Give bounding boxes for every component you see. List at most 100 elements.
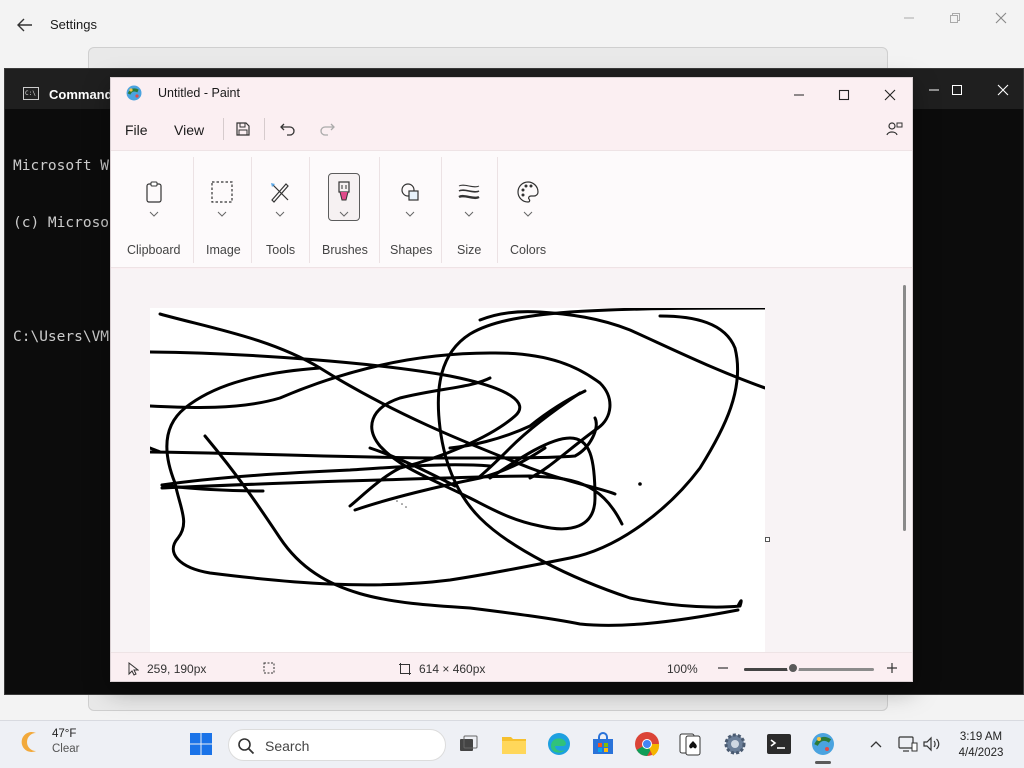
chevron-down-icon (339, 211, 349, 217)
moon-icon (21, 732, 36, 752)
ribbon-label-size: Size (457, 243, 482, 257)
cursor-position-text: 259, 190px (147, 662, 207, 676)
chevron-down-icon (217, 211, 227, 217)
settings-title: Settings (50, 17, 97, 32)
chevron-down-icon (275, 211, 285, 217)
ribbon-group-colors[interactable]: Colors (499, 151, 557, 269)
ribbon-group-image[interactable]: Image (195, 151, 251, 269)
canvas-size-icon (399, 663, 411, 675)
chevron-down-icon (149, 211, 159, 217)
edge-browser-icon[interactable] (544, 729, 574, 759)
weather-condition: Clear (52, 743, 80, 755)
terminal-icon[interactable] (764, 729, 794, 759)
taskbar-search-box[interactable]: Search (228, 729, 446, 761)
active-app-indicator (815, 761, 831, 764)
brush-icon[interactable] (329, 177, 359, 207)
clipboard-icon[interactable] (139, 177, 169, 207)
clock-date: 4/4/2023 (958, 747, 1004, 759)
palette-icon[interactable] (513, 177, 543, 207)
vertical-scrollbar[interactable] (903, 285, 906, 531)
paint-minimize-button[interactable] (776, 82, 822, 108)
solitaire-icon[interactable] (675, 729, 705, 759)
canvas-workspace (111, 269, 912, 652)
cursor-position: 259, 190px (127, 662, 206, 676)
cmd-tab-title[interactable]: Command (49, 87, 113, 102)
scribble-drawing (148, 306, 767, 627)
paint-close-button[interactable] (867, 82, 912, 108)
task-view-icon[interactable] (454, 729, 484, 759)
chevron-down-icon (523, 211, 533, 217)
paint-taskbar-icon[interactable] (808, 729, 838, 759)
select-rectangle-icon[interactable] (207, 177, 237, 207)
ribbon-group-brushes[interactable]: Brushes (311, 151, 377, 269)
ribbon-group-shapes[interactable]: Shapes (381, 151, 441, 269)
paint-maximize-button[interactable] (821, 82, 867, 108)
ribbon-separator (379, 157, 380, 263)
pencil-tools-icon[interactable] (265, 177, 295, 207)
ribbon-toolbar: Clipboard Image Tools Brushes Shapes Siz… (111, 150, 912, 268)
ribbon-group-size[interactable]: Size (443, 151, 497, 269)
search-label: Search (265, 738, 310, 754)
network-icon[interactable] (897, 733, 919, 755)
settings-close-button[interactable] (978, 8, 1024, 28)
taskbar-clock[interactable]: 3:19 AM 4/4/2023 (948, 729, 1014, 761)
chevron-up-icon[interactable] (865, 733, 887, 755)
ribbon-separator (497, 157, 498, 263)
paint-window: Untitled - Paint File View Clipboard Ima… (110, 77, 913, 682)
menu-view[interactable]: View (174, 122, 204, 138)
back-arrow-icon[interactable] (14, 14, 36, 36)
zoom-in-button[interactable] (886, 662, 898, 674)
shapes-icon[interactable] (395, 177, 425, 207)
menubar-separator (223, 118, 224, 140)
canvas-size: 614 × 460px (399, 662, 485, 676)
windows-logo-icon (190, 733, 212, 755)
pointer-icon (128, 662, 139, 676)
canvas-size-text: 614 × 460px (419, 662, 486, 676)
console-line: (c) Microso (13, 215, 110, 231)
ribbon-group-tools[interactable]: Tools (253, 151, 309, 269)
taskbar: 47°F Clear Search 3:19 AM 4/4/2023 (0, 720, 1024, 768)
settings-minimize-button[interactable] (886, 8, 932, 28)
console-output[interactable]: Microsoft W (c) Microso C:\Users\VM (13, 119, 109, 385)
ribbon-label-shapes: Shapes (390, 243, 433, 257)
zoom-out-button[interactable] (717, 662, 729, 674)
ribbon-label-image: Image (206, 243, 241, 257)
ribbon-separator (193, 157, 194, 263)
line-size-icon[interactable] (454, 177, 484, 207)
ribbon-separator (309, 157, 310, 263)
drawing-canvas[interactable] (148, 306, 767, 652)
canvas-resize-handle[interactable] (765, 537, 770, 542)
ribbon-separator (441, 157, 442, 263)
undo-icon[interactable] (277, 118, 299, 140)
ribbon-label-brushes: Brushes (322, 243, 368, 257)
paint-menubar: File View (111, 112, 912, 148)
paint-app-icon (125, 84, 143, 102)
save-icon[interactable] (232, 118, 254, 140)
settings-restore-button[interactable] (932, 8, 978, 28)
account-icon[interactable] (883, 118, 905, 140)
zoom-level: 100% (667, 662, 698, 676)
search-icon (238, 738, 255, 755)
zoom-slider-thumb[interactable] (787, 662, 800, 674)
cmd-close-button[interactable] (980, 79, 1024, 101)
paint-window-title: Untitled - Paint (158, 86, 240, 100)
ribbon-label-colors: Colors (510, 243, 547, 257)
redo-icon[interactable] (316, 118, 338, 140)
chevron-down-icon (464, 211, 474, 217)
chevron-down-icon (405, 211, 415, 217)
weather-widget[interactable]: 47°F Clear (18, 727, 79, 757)
zoom-slider[interactable] (744, 668, 874, 671)
zoom-slider-fill (744, 668, 794, 671)
menu-file[interactable]: File (125, 122, 148, 138)
chrome-browser-icon[interactable] (632, 729, 662, 759)
paint-titlebar[interactable]: Untitled - Paint (111, 78, 912, 108)
microsoft-store-icon[interactable] (588, 729, 618, 759)
settings-gear-icon[interactable] (720, 729, 750, 759)
console-line: Microsoft W (13, 158, 110, 174)
file-explorer-icon[interactable] (499, 729, 529, 759)
cmd-maximize-button[interactable] (934, 79, 980, 101)
start-button[interactable] (186, 729, 216, 759)
ribbon-group-clipboard[interactable]: Clipboard (121, 151, 195, 269)
volume-icon[interactable] (921, 733, 943, 755)
